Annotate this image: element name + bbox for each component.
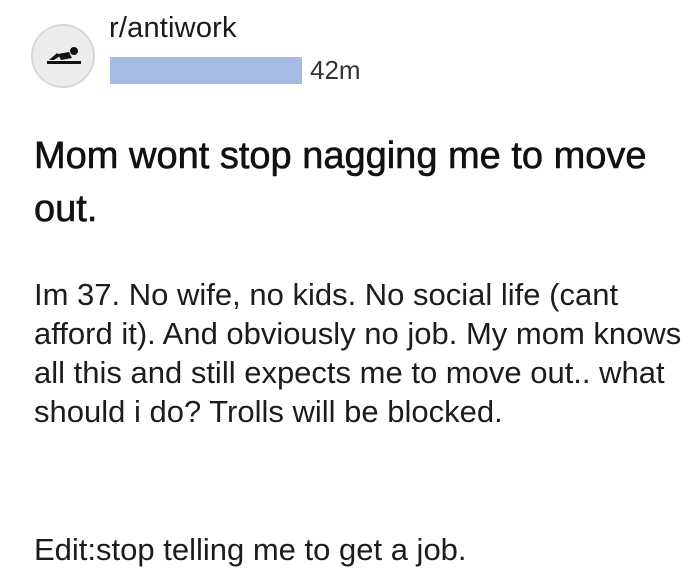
post-card: r/antiwork 42m Mom wont stop nagging me …	[0, 0, 700, 578]
post-header: r/antiwork 42m	[0, 0, 700, 110]
subreddit-avatar[interactable]	[31, 24, 95, 88]
post-body: Im 37. No wife, no kids. No social life …	[34, 277, 682, 429]
post-age: 42m	[310, 55, 361, 85]
post-edit-note: Edit:stop telling me to get a job.	[34, 532, 467, 567]
post-title[interactable]: Mom wont stop nagging me to move out.	[34, 130, 674, 236]
reclining-figure-icon	[47, 47, 81, 64]
subreddit-name[interactable]: r/antiwork	[109, 8, 237, 48]
redacted-username	[110, 57, 302, 84]
